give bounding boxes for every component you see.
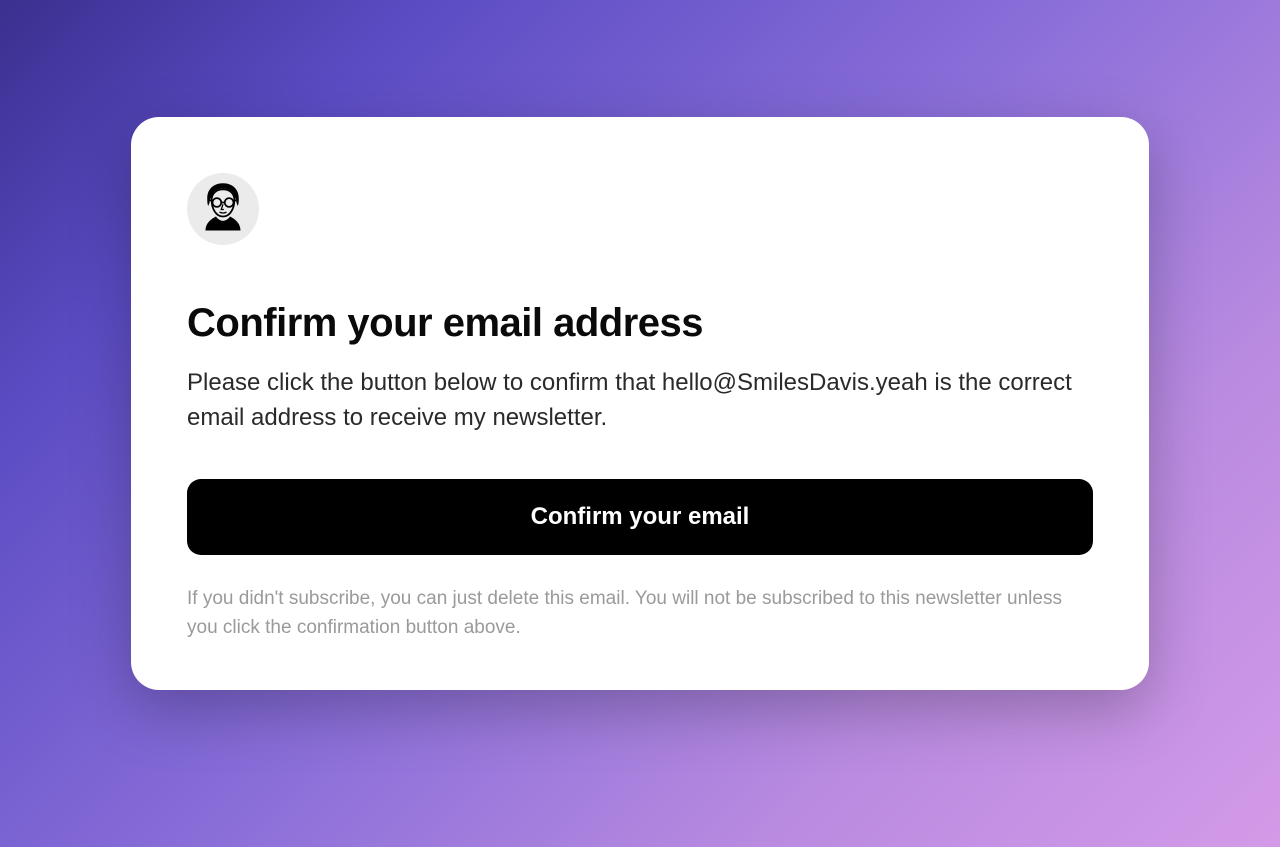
card-body-text: Please click the button below to confirm… — [187, 366, 1093, 436]
avatar — [187, 173, 259, 245]
email-confirmation-card: Confirm your email address Please click … — [131, 117, 1149, 691]
card-footer-text: If you didn't subscribe, you can just de… — [187, 585, 1093, 642]
person-glasses-icon — [195, 178, 251, 239]
confirm-email-button[interactable]: Confirm your email — [187, 479, 1093, 555]
card-title: Confirm your email address — [187, 301, 1093, 346]
